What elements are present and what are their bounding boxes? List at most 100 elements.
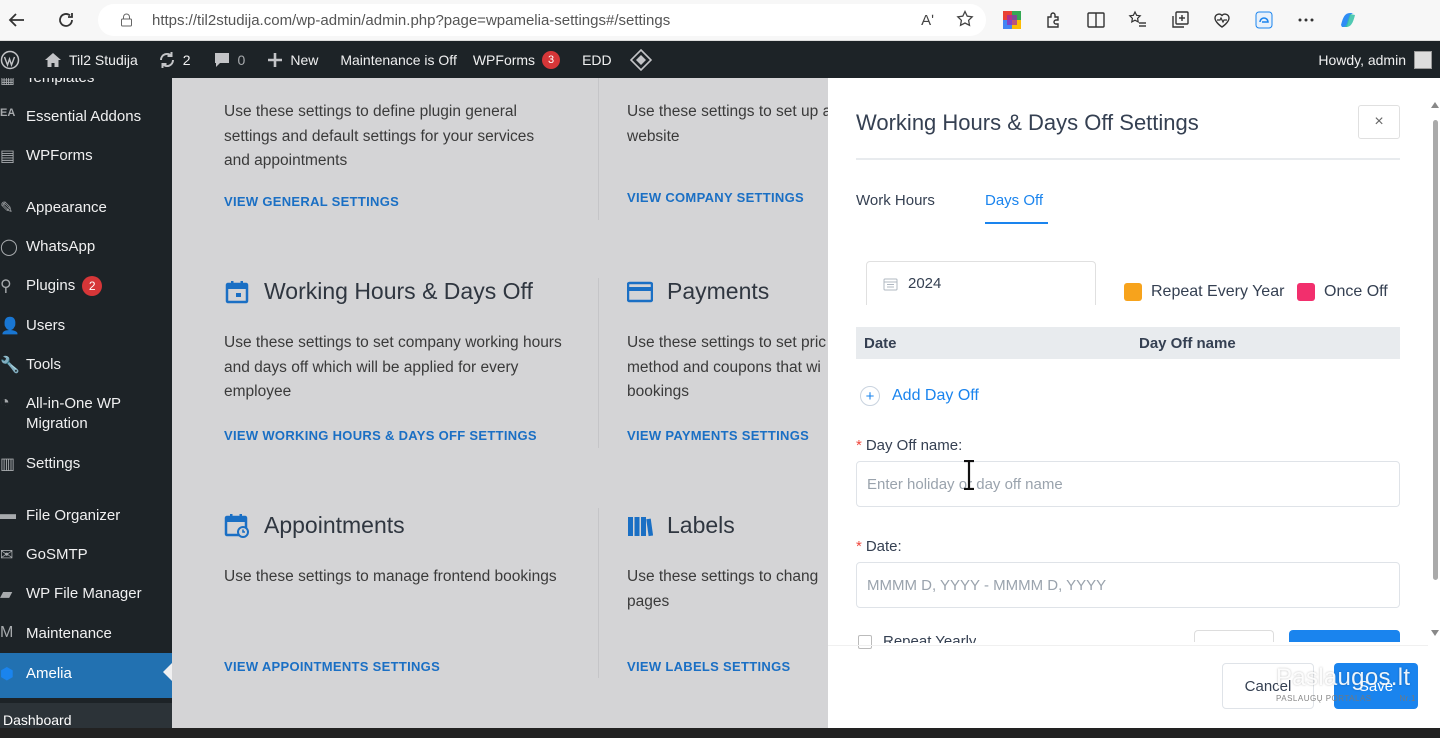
howdy-text: Howdy, admin <box>1318 51 1406 68</box>
tab-work-hours[interactable]: Work Hours <box>856 192 935 209</box>
colorful-extension-icon[interactable] <box>1000 8 1024 32</box>
copilot-icon[interactable] <box>1336 8 1360 32</box>
back-button[interactable] <box>0 3 34 37</box>
maintenance-status[interactable]: Maintenance is Off <box>332 41 464 78</box>
books-icon <box>627 513 653 539</box>
sidebar-item-essential-addons[interactable]: EA Essential Addons <box>0 107 172 133</box>
paintbrush-icon: ✎ <box>0 200 14 217</box>
diamond-menu[interactable] <box>622 41 660 78</box>
sidebar-item-settings[interactable]: ▥ Settings <box>0 454 172 480</box>
site-name: Til2 Studija <box>69 51 138 68</box>
view-working-hours-link[interactable]: VIEW WORKING HOURS & DAYS OFF SETTINGS <box>224 428 537 443</box>
favorites-list-icon[interactable] <box>1126 8 1150 32</box>
labels-card: Labels Use these settings to chang pages <box>627 512 828 614</box>
users-icon: 👤 <box>0 318 20 335</box>
edd-menu[interactable]: EDD <box>574 41 620 78</box>
sidebar-item-templates[interactable]: ▦ Templates <box>0 78 172 94</box>
wpforms-label: WPForms <box>472 51 536 68</box>
back-arrow-icon <box>8 13 24 27</box>
required-marker: * <box>856 538 862 555</box>
settings-grid: Use these settings to define plugin gene… <box>172 78 828 728</box>
sidebar-item-label: WPForms <box>26 147 93 164</box>
comments-menu[interactable]: 0 <box>205 41 254 78</box>
appointments-desc: Use these settings to manage frontend bo… <box>224 568 557 585</box>
add-day-off-button[interactable]: + Add Day Off <box>860 386 979 406</box>
sidebar-item-plugins[interactable]: ⚲ Plugins 2 <box>0 276 172 302</box>
sidebar-item-whatsapp[interactable]: ◯ WhatsApp <box>0 237 172 263</box>
company-settings-card: Use these settings to set up address, ph… <box>627 88 828 149</box>
grid-divider <box>598 78 599 220</box>
dialog-title: Working Hours & Days Off Settings <box>856 110 1199 135</box>
plus-circle-icon: + <box>860 386 880 406</box>
sidebar-item-wpforms[interactable]: ▤ WPForms <box>0 146 172 172</box>
sidebar-item-file-organizer[interactable]: ▬ File Organizer <box>0 506 172 532</box>
inline-save-button[interactable] <box>1289 630 1400 642</box>
grid-divider <box>598 508 599 678</box>
collections-icon[interactable] <box>1168 8 1192 32</box>
view-appointments-link[interactable]: VIEW APPOINTMENTS SETTINGS <box>224 659 440 674</box>
edge-extension-icon[interactable] <box>1252 8 1276 32</box>
day-off-name-input[interactable]: Enter holiday or day off name <box>856 461 1400 507</box>
sidebar-item-label: Essential Addons <box>26 108 142 125</box>
sidebar-item-tools[interactable]: 🔧 Tools <box>0 355 172 381</box>
date-range-input[interactable]: MMMM D, YYYY - MMMM D, YYYY <box>856 562 1400 608</box>
view-company-settings-link[interactable]: VIEW COMPANY SETTINGS <box>627 190 804 205</box>
working-hours-card: Working Hours & Days Off Use these setti… <box>224 278 569 405</box>
date-label: * Date: <box>856 538 902 555</box>
scroll-thumb[interactable] <box>1433 120 1438 580</box>
year-picker[interactable]: 2024 <box>866 261 1096 305</box>
repeat-yearly-checkbox[interactable] <box>858 635 872 649</box>
my-account-menu[interactable]: Howdy, admin <box>1318 41 1432 78</box>
new-label: New <box>290 51 319 68</box>
close-icon: × <box>1374 113 1384 130</box>
dialog-scrollbar[interactable] <box>1430 96 1440 636</box>
diamond-icon <box>629 48 652 71</box>
text-cursor-icon <box>964 460 974 490</box>
sidebar-item-wp-file-manager[interactable]: ▰ WP File Manager <box>0 584 172 610</box>
scroll-down-arrow-icon[interactable] <box>1431 630 1439 636</box>
close-dialog-button[interactable]: × <box>1358 105 1400 139</box>
inline-cancel-button[interactable] <box>1194 630 1274 642</box>
general-settings-card: Use these settings to define plugin gene… <box>224 88 564 174</box>
address-bar[interactable]: https://til2studija.com/wp-admin/admin.p… <box>98 4 986 36</box>
sidebar-item-gosmtp[interactable]: ✉ GoSMTP <box>0 545 172 571</box>
label-text: Day Off name: <box>865 437 963 454</box>
site-name-menu[interactable]: Til2 Studija <box>36 41 146 78</box>
legend-label: Once Off <box>1324 283 1388 300</box>
plugin-icon: ⚲ <box>0 278 12 295</box>
sidebar-item-amelia[interactable]: ⬢ Amelia <box>0 653 172 698</box>
sidebar-item-maintenance[interactable]: M Maintenance <box>0 624 172 650</box>
view-payments-link[interactable]: VIEW PAYMENTS SETTINGS <box>627 428 809 443</box>
working-hours-title: Working Hours & Days Off <box>264 278 533 304</box>
view-labels-link[interactable]: VIEW LABELS SETTINGS <box>627 659 790 674</box>
browser-essentials-icon[interactable] <box>1210 8 1234 32</box>
working-hours-dialog: Working Hours & Days Off Settings × Work… <box>828 78 1440 728</box>
folder-icon: ▬ <box>0 506 16 523</box>
sidebar-item-appearance[interactable]: ✎ Appearance <box>0 198 172 224</box>
comment-icon <box>214 53 229 67</box>
sidebar-item-users[interactable]: 👤 Users <box>0 316 172 342</box>
scroll-up-arrow-icon[interactable] <box>1431 102 1439 108</box>
grid-divider <box>598 278 599 448</box>
col-day-off-name: Day Off name <box>1139 335 1236 352</box>
updates-menu[interactable]: 2 <box>150 41 199 78</box>
wp-logo-menu[interactable] <box>0 41 28 78</box>
split-screen-icon[interactable] <box>1084 8 1108 32</box>
refresh-button[interactable] <box>49 3 83 37</box>
payments-desc: Use these settings to set pric method an… <box>627 334 827 400</box>
watermark-text: Paslaugos.lt <box>1276 664 1411 691</box>
avatar <box>1414 50 1432 69</box>
view-general-settings-link[interactable]: VIEW GENERAL SETTINGS <box>224 194 399 209</box>
puzzle-extension-icon[interactable] <box>1042 8 1066 32</box>
tab-days-off[interactable]: Days Off <box>985 192 1043 209</box>
favorite-star-icon[interactable] <box>956 9 974 31</box>
more-menu-icon[interactable] <box>1294 8 1318 32</box>
appointments-title: Appointments <box>264 512 405 538</box>
sidebar-item-all-in-one-wp-migration[interactable]: ◔ All-in-One WP Migration <box>0 394 172 442</box>
read-aloud-icon[interactable]: Aʹ <box>921 12 934 29</box>
url-text: https://til2studija.com/wp-admin/admin.p… <box>152 11 671 29</box>
new-content-menu[interactable]: New <box>259 41 326 78</box>
wpforms-badge: 3 <box>542 50 561 69</box>
wpforms-menu[interactable]: WPForms 3 <box>465 41 568 78</box>
file-manager-icon: ▰ <box>0 586 13 603</box>
